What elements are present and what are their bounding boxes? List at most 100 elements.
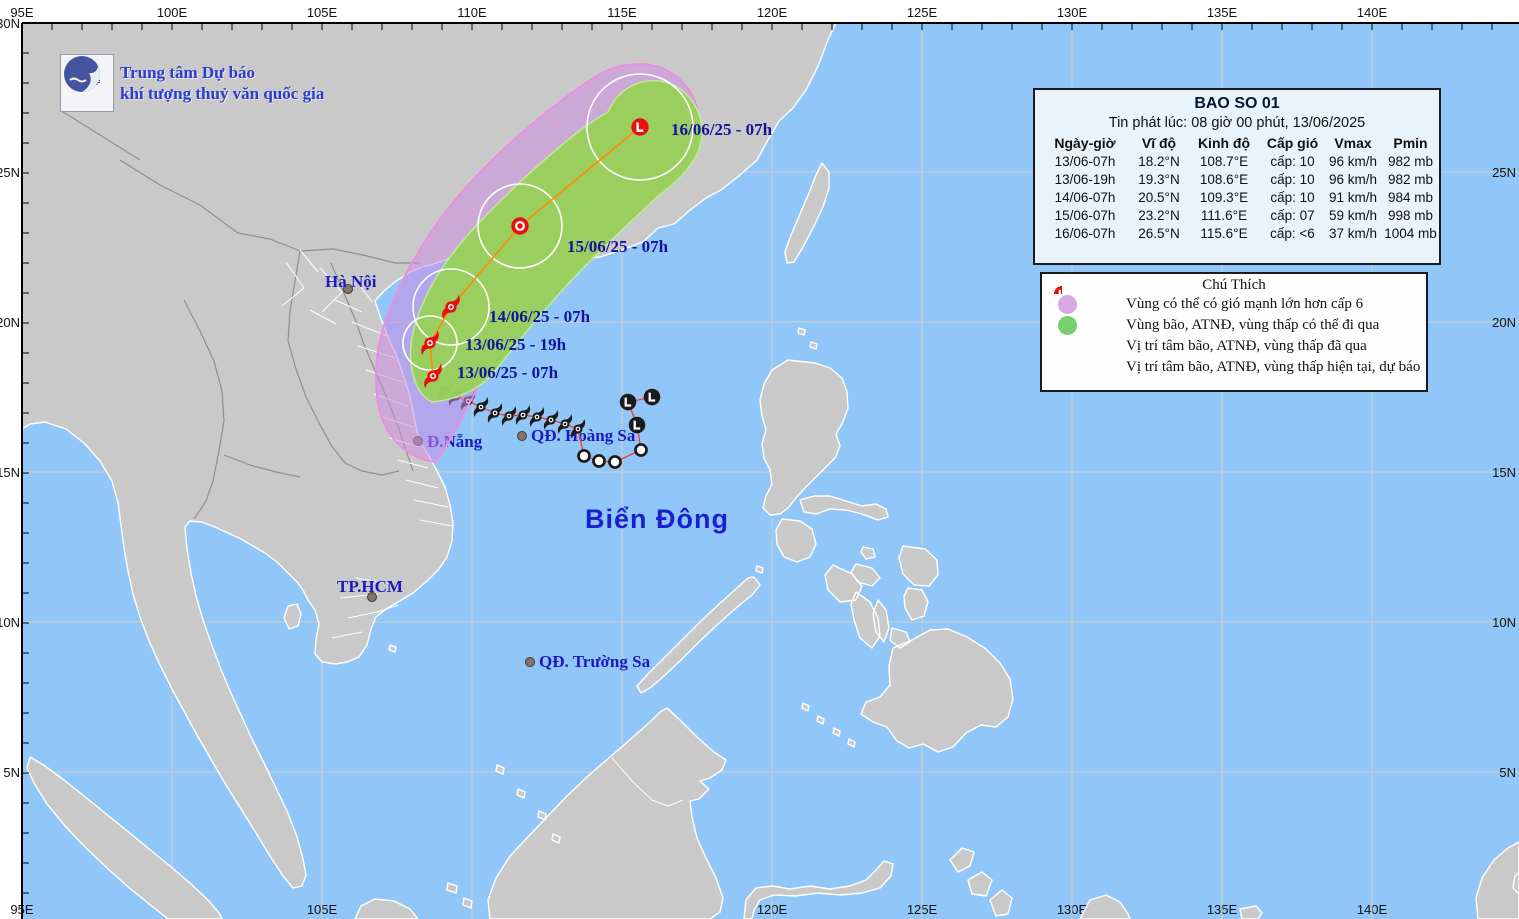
axis-label-right: 20N xyxy=(1492,315,1516,330)
table-row: 15/06-07h23.2°N111.6°Ecấp: 0759 km/h998 … xyxy=(1039,206,1435,224)
axis-label-top: 105E xyxy=(307,5,338,20)
legend-item-label: Vùng có thể có gió mạnh lớn hơn cấp 6 xyxy=(1126,296,1363,313)
city-label: Hà Nội xyxy=(325,272,377,291)
legend-item: Vị trí tâm bão, ATNĐ, vùng thấp đã qua xyxy=(1042,336,1426,357)
legend-item-label: Vị trí tâm bão, ATNĐ, vùng thấp hiện tại… xyxy=(1126,359,1420,376)
agency-name-line2: khí tượng thuỷ văn quốc gia xyxy=(120,83,324,104)
table-cell: cấp: 10 xyxy=(1261,172,1324,187)
storm-forecast-map: 95E105E120E125E130E135E140E Hà NộiĐ.Nẵng… xyxy=(0,0,1519,919)
legend-item: Vị trí tâm bão, ATNĐ, vùng thấp hiện tại… xyxy=(1042,357,1426,378)
forecast-time-label: 14/06/25 - 07h xyxy=(489,307,591,326)
axis-label-right: 15N xyxy=(1492,465,1516,480)
legend-item-label: Vùng bão, ATNĐ, vùng thấp có thể đi qua xyxy=(1126,317,1379,334)
city-dot xyxy=(526,658,535,667)
forecast-position-disc-l-icon xyxy=(631,118,648,135)
table-cell: cấp: 07 xyxy=(1261,208,1324,223)
table-row: 13/06-07h18.2°N108.7°Ecấp: 1096 km/h982 … xyxy=(1039,152,1435,170)
disc-l-icon xyxy=(1042,274,1062,294)
table-cell: 13/06-07h xyxy=(1039,154,1131,169)
forecast-position-disc-o-icon xyxy=(511,217,528,234)
axis-label-top: 125E xyxy=(907,5,938,20)
table-cell: 982 mb xyxy=(1382,172,1439,187)
table-cell: 14/06-07h xyxy=(1039,190,1131,205)
table-cell: 108.7°E xyxy=(1187,154,1261,169)
nchmf-logo-icon xyxy=(60,54,104,98)
column-header: Pmin xyxy=(1382,135,1439,151)
table-cell: 111.6°E xyxy=(1187,208,1261,223)
agency-name-line1: Trung tâm Dự báo xyxy=(120,62,324,83)
past-position-ring-icon xyxy=(593,455,604,466)
legend-title: Chú Thích xyxy=(1042,277,1426,294)
city-label: QĐ. Trường Sa xyxy=(539,652,651,671)
legend-icons xyxy=(1042,316,1126,335)
axis-label-top: 115E xyxy=(607,5,637,20)
axis-label-left: 5N xyxy=(3,765,20,780)
storm-data-table: Ngày-giờVĩ độKinh độCấp gióVmaxPmin13/06… xyxy=(1039,134,1435,242)
agency-header: NCHMF Trung tâm Dự báo khí tượng thuỷ vă… xyxy=(60,54,324,112)
sea-name-label: Biển Đông xyxy=(585,504,729,534)
legend-item-label: Vị trí tâm bão, ATNĐ, vùng thấp đã qua xyxy=(1126,338,1367,355)
table-cell: 984 mb xyxy=(1382,190,1439,205)
table-row: 16/06-07h26.5°N115.6°Ecấp: <637 km/h1004… xyxy=(1039,224,1435,242)
axis-label-left: 15N xyxy=(0,465,20,480)
table-cell: 16/06-07h xyxy=(1039,226,1131,241)
storm-title: BAO SO 01 xyxy=(1035,95,1439,113)
wind-area-dot-icon xyxy=(1058,295,1077,314)
axis-label-left: 25N xyxy=(0,165,20,180)
axis-label-right: 10N xyxy=(1492,615,1516,630)
table-cell: 23.2°N xyxy=(1131,208,1187,223)
table-cell: 1004 mb xyxy=(1382,226,1439,241)
forecast-time-label: 15/06/25 - 07h xyxy=(567,237,669,256)
table-cell: 37 km/h xyxy=(1324,226,1382,241)
table-cell: 20.5°N xyxy=(1131,190,1187,205)
track-area-dot-icon xyxy=(1058,316,1077,335)
table-cell: 115.6°E xyxy=(1187,226,1261,241)
table-cell: 96 km/h xyxy=(1324,154,1382,169)
table-cell: 15/06-07h xyxy=(1039,208,1131,223)
axis-label-right: 25N xyxy=(1492,165,1516,180)
table-cell: 26.5°N xyxy=(1131,226,1187,241)
table-cell: 91 km/h xyxy=(1324,190,1382,205)
table-cell: cấp: 10 xyxy=(1261,190,1324,205)
table-cell: 998 mb xyxy=(1382,208,1439,223)
axis-label-right: 5N xyxy=(1499,765,1516,780)
city-label: TP.HCM xyxy=(337,577,403,596)
forecast-time-label: 16/06/25 - 07h xyxy=(671,120,773,139)
axis-label-left: 20N xyxy=(0,315,20,330)
storm-info-box: BAO SO 01 Tin phát lúc: 08 giờ 00 phút, … xyxy=(1033,88,1441,265)
column-header: Ngày-giờ xyxy=(1039,135,1131,151)
storm-issued-time: Tin phát lúc: 08 giờ 00 phút, 13/06/2025 xyxy=(1035,115,1439,131)
nchmf-logo: NCHMF xyxy=(60,54,114,112)
axis-label-top: 110E xyxy=(457,5,487,20)
city-label: QĐ. Hoàng Sa xyxy=(531,426,636,445)
past-position-ring-icon xyxy=(635,444,646,455)
axis-label-top: 120E xyxy=(757,5,788,20)
axis-label-left: 10N xyxy=(0,615,20,630)
forecast-time-label: 13/06/25 - 19h xyxy=(465,335,567,354)
past-position-ring-icon xyxy=(578,450,589,461)
legend-item: Vùng có thể có gió mạnh lớn hơn cấp 6 xyxy=(1042,294,1426,315)
table-cell: cấp: <6 xyxy=(1261,226,1324,241)
past-position-ring-icon xyxy=(609,456,620,467)
table-cell: 108.6°E xyxy=(1187,172,1261,187)
past-position-disc-l-icon xyxy=(629,417,646,434)
legend-box: Chú Thích Vùng có thể có gió mạnh lớn hơ… xyxy=(1040,272,1428,392)
city-dot xyxy=(518,432,527,441)
past-position-disc-l-icon xyxy=(644,389,661,406)
axis-label-top: 140E xyxy=(1357,5,1388,20)
column-header: Cấp gió xyxy=(1261,135,1324,151)
table-cell: cấp: 10 xyxy=(1261,154,1324,169)
table-cell: 59 km/h xyxy=(1324,208,1382,223)
axis-label-left: 30N xyxy=(0,16,20,31)
column-header: Vmax xyxy=(1324,135,1382,151)
column-header: Kinh độ xyxy=(1187,135,1261,151)
legend-item: Vùng bão, ATNĐ, vùng thấp có thể đi qua xyxy=(1042,315,1426,336)
forecast-time-label: 13/06/25 - 07h xyxy=(457,363,559,382)
table-header-row: Ngày-giờVĩ độKinh độCấp gióVmaxPmin xyxy=(1039,134,1435,152)
table-cell: 18.2°N xyxy=(1131,154,1187,169)
axis-label-top: 130E xyxy=(1057,5,1088,20)
table-cell: 13/06-19h xyxy=(1039,172,1131,187)
table-cell: 109.3°E xyxy=(1187,190,1261,205)
column-header: Vĩ độ xyxy=(1131,135,1187,151)
table-row: 14/06-07h20.5°N109.3°Ecấp: 1091 km/h984 … xyxy=(1039,188,1435,206)
